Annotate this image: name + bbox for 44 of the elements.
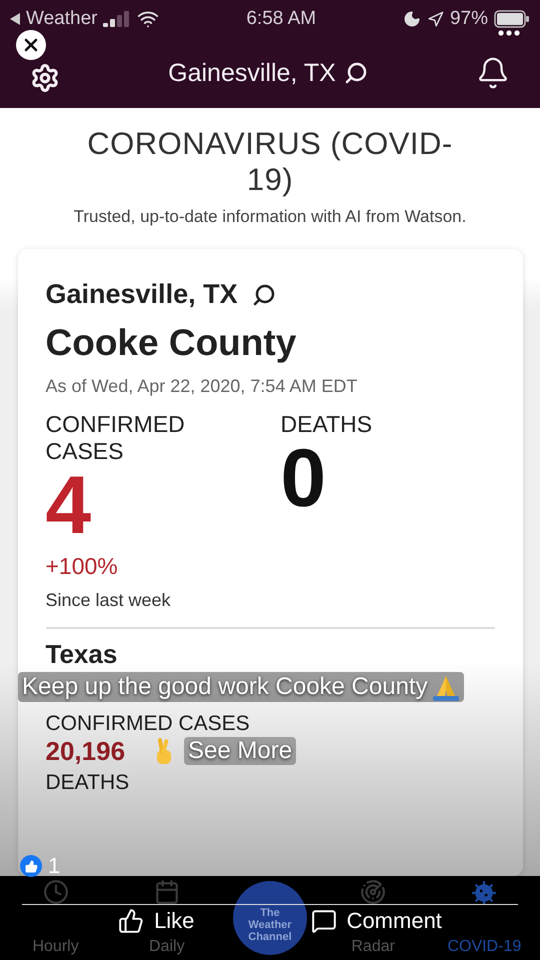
moon-icon xyxy=(402,10,421,28)
as-of-date: As of Wed, Apr 22, 2020, 7:54 AM EDT xyxy=(46,376,358,397)
page-title: CORONAVIRUS (COVID-19) xyxy=(86,126,454,198)
like-count: 1 xyxy=(48,853,60,879)
tab-label[interactable]: Hourly xyxy=(32,938,79,956)
thumbs-up-icon[interactable] xyxy=(118,908,144,934)
post-caption: Keep up the good work Cooke County xyxy=(22,673,428,701)
clock-icon[interactable] xyxy=(42,879,69,905)
more-options-icon[interactable] xyxy=(498,30,520,36)
battery-icon xyxy=(494,10,530,28)
comment-button[interactable]: Comment xyxy=(310,907,442,935)
like-button[interactable]: Like xyxy=(118,907,194,935)
change-percent: +100% xyxy=(46,553,119,580)
search-icon[interactable] xyxy=(344,61,368,85)
stat-value: 4 xyxy=(46,465,92,547)
page-subtitle: Trusted, up-to-date information with AI from Watson. xyxy=(72,206,468,228)
settings-icon[interactable] xyxy=(30,63,60,93)
stat-label: CONFIRMED CASES xyxy=(46,411,186,465)
tab-label[interactable]: Daily xyxy=(149,938,185,956)
calendar-icon[interactable] xyxy=(154,879,180,905)
back-app-label[interactable]: Weather xyxy=(26,8,98,30)
speech-bubble-icon[interactable] xyxy=(310,908,337,934)
header-location[interactable]: Gainesville, TX xyxy=(168,58,336,88)
stat-value: 20,196 xyxy=(46,736,126,767)
back-arrow-icon[interactable] xyxy=(10,13,20,25)
see-more-link[interactable]: See More xyxy=(184,737,296,765)
card-location: Gainesville, TX xyxy=(46,279,238,310)
stat-label: CONFIRMED CASES xyxy=(46,712,251,736)
tab-label[interactable]: COVID-19 xyxy=(447,938,522,956)
change-note: Since last week xyxy=(46,590,172,611)
clock-time: 6:58 AM xyxy=(246,8,316,30)
stat-label: DEATHS xyxy=(280,411,374,438)
signal-icon xyxy=(103,11,132,27)
stat-label: DEATHS xyxy=(46,771,130,795)
location-arrow-icon xyxy=(426,10,444,28)
search-icon[interactable] xyxy=(252,282,276,306)
channel-logo[interactable]: The Weather Channel xyxy=(232,880,307,954)
tab-label[interactable]: Radar xyxy=(351,938,395,956)
radar-icon[interactable] xyxy=(360,879,386,905)
county-name: Cooke County xyxy=(46,322,298,364)
virus-icon[interactable] xyxy=(470,879,498,907)
state-name: Texas xyxy=(46,639,118,670)
stat-value: 0 xyxy=(280,438,328,520)
battery-percent: 97% xyxy=(450,8,488,30)
